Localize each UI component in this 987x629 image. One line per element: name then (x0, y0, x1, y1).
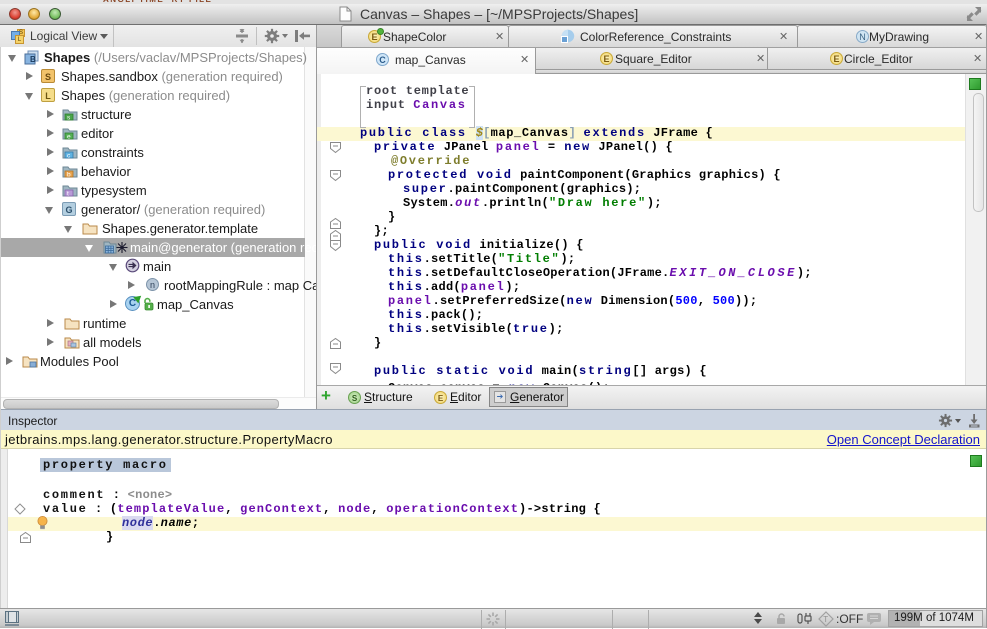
svg-text:e: e (67, 134, 71, 141)
svg-text:b: b (67, 172, 71, 179)
svg-text:T: T (823, 615, 828, 624)
svg-text:B: B (30, 55, 36, 64)
svg-text:t: t (67, 191, 69, 198)
